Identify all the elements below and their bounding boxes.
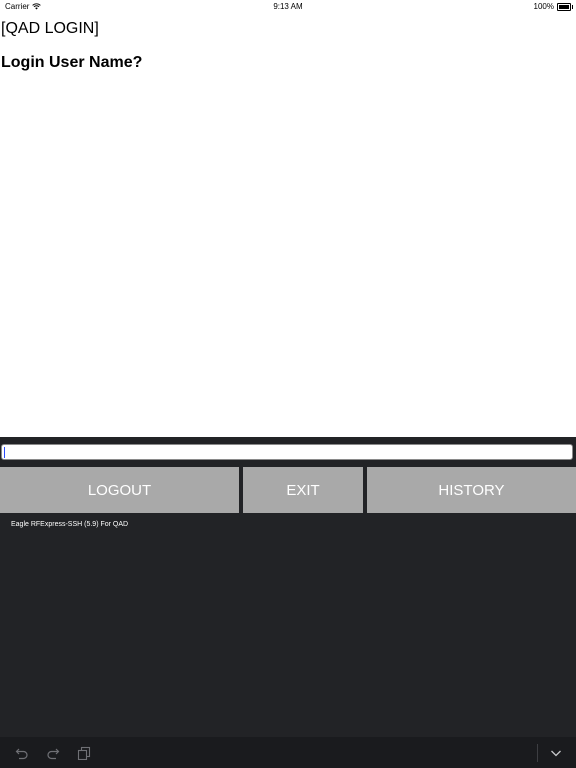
keyboard-dismiss-icon[interactable] xyxy=(549,746,563,760)
logout-button[interactable]: LOGOUT xyxy=(0,467,239,513)
app-screen: Carrier 9:13 AM 100% [QAD LOGIN] Login U… xyxy=(0,0,576,768)
exit-button[interactable]: EXIT xyxy=(243,467,363,513)
redo-icon[interactable] xyxy=(46,746,60,760)
status-bar: Carrier 9:13 AM 100% xyxy=(0,0,576,13)
paste-icon[interactable] xyxy=(77,746,91,760)
status-time: 9:13 AM xyxy=(273,2,303,11)
command-input[interactable] xyxy=(1,444,573,460)
text-cursor xyxy=(4,447,5,458)
app-version-label: Eagle RFExpress-SSH (5.9) For QAD xyxy=(11,521,129,528)
screen-title: [QAD LOGIN] xyxy=(1,20,99,37)
undo-icon[interactable] xyxy=(15,746,29,760)
control-panel: LOGOUT EXIT HISTORY Eagle RFExpress-SSH … xyxy=(0,437,576,737)
history-button[interactable]: HISTORY xyxy=(367,467,576,513)
login-prompt: Login User Name? xyxy=(1,54,143,71)
battery-indicator: 100% xyxy=(533,2,573,11)
keyboard-accessory-bar xyxy=(0,737,576,768)
battery-icon xyxy=(557,2,573,11)
toolbar-divider xyxy=(537,744,538,762)
terminal-display: [QAD LOGIN] Login User Name? xyxy=(0,17,576,437)
battery-percentage: 100% xyxy=(533,2,554,11)
